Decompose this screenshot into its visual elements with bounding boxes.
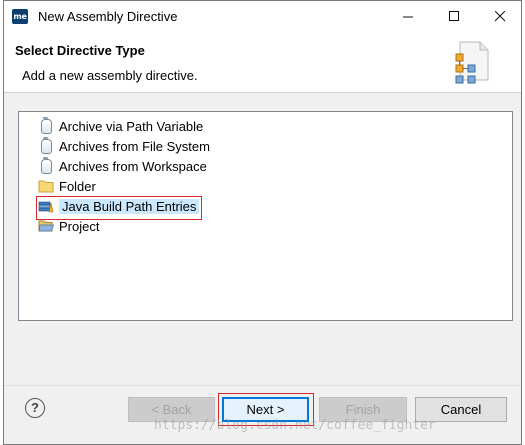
jar-icon (38, 137, 54, 154)
maximize-icon (448, 10, 459, 21)
assembly-wizard-banner-icon (455, 41, 489, 84)
folder-icon (38, 180, 54, 193)
tree-item-folder[interactable]: Folder (38, 177, 96, 195)
help-icon: ? (31, 400, 39, 415)
watermark-text: https://blog.csdn.net/coffee_fighter (154, 418, 436, 433)
tree-item-label: Archives from Workspace (59, 158, 207, 174)
annotation-highlight-box (36, 196, 202, 220)
wizard-header: Select Directive Type Add a new assembly… (4, 32, 521, 93)
window-title: New Assembly Directive (38, 9, 178, 24)
tree-item-archives-from-workspace[interactable]: Archives from Workspace (38, 157, 207, 175)
new-assembly-directive-dialog: me New Assembly Directive Select Directi… (3, 0, 522, 445)
title-bar[interactable]: me New Assembly Directive (4, 1, 521, 32)
close-button[interactable] (477, 1, 523, 32)
tree-item-label: Archives from File System (59, 138, 210, 154)
footer-divider (4, 385, 521, 386)
project-folder-icon (38, 220, 54, 232)
minimize-icon (402, 16, 413, 17)
directive-type-tree[interactable]: Archive via Path Variable Archives from … (18, 111, 513, 321)
tree-item-label: Project (59, 218, 100, 234)
jar-icon (38, 117, 54, 134)
maximize-button[interactable] (431, 1, 477, 32)
app-icon: me (12, 9, 28, 24)
help-button[interactable]: ? (25, 398, 45, 418)
page-title: Select Directive Type (15, 43, 145, 58)
tree-item-archives-from-file-system[interactable]: Archives from File System (38, 137, 210, 155)
tree-item-label: Folder (59, 178, 96, 194)
page-description: Add a new assembly directive. (22, 68, 198, 83)
jar-icon (38, 157, 54, 174)
tree-item-label: Archive via Path Variable (59, 118, 204, 134)
minimize-button[interactable] (385, 1, 431, 32)
tree-item-archive-via-path-variable[interactable]: Archive via Path Variable (38, 117, 203, 135)
close-icon (494, 10, 505, 21)
